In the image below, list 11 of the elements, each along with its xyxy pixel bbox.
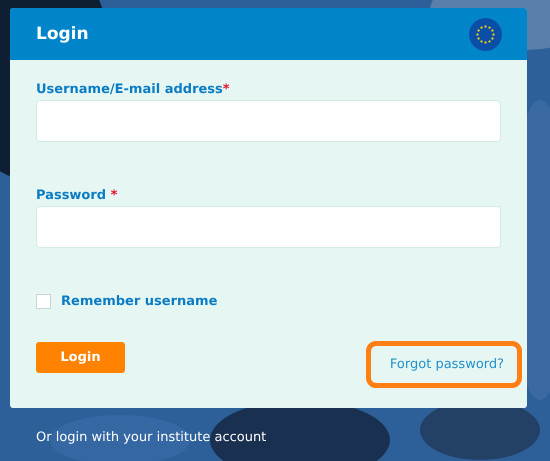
field-label: Username/E-mail address* [36, 82, 231, 97]
field-label: Password * [36, 188, 118, 203]
input-field[interactable] [36, 206, 501, 248]
input-field[interactable] [36, 100, 501, 142]
login-button[interactable]: Login [36, 342, 125, 373]
remember-checkbox[interactable] [36, 294, 51, 309]
card-title: Login [36, 24, 89, 44]
remember-label: Remember username [61, 294, 218, 309]
forgot-password-link[interactable]: Forgot password? [366, 341, 522, 388]
institute-login-link[interactable]: Or login with your institute account [36, 430, 266, 445]
stars-circle-icon [469, 18, 502, 50]
